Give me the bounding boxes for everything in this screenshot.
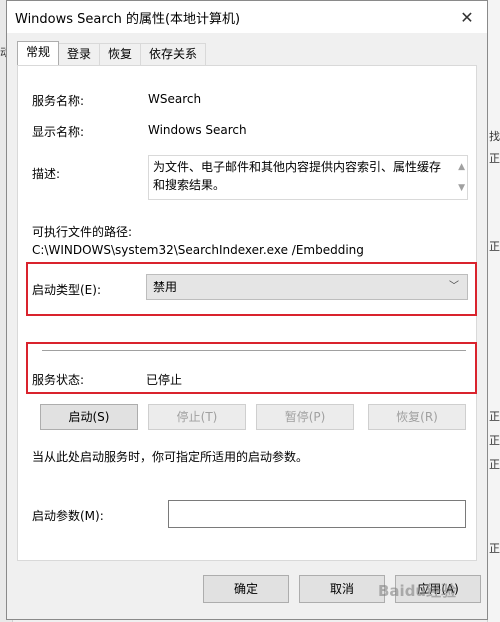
display-name-label: 显示名称: xyxy=(32,125,85,139)
chevron-down-icon: ﹀ xyxy=(449,281,459,292)
stop-button[interactable]: 停止(T) xyxy=(148,404,246,430)
tab-logon[interactable]: 登录 xyxy=(58,43,101,65)
window-title: Windows Search 的属性(本地计算机) xyxy=(15,11,241,27)
baidu-watermark: Baidu经验 xyxy=(378,582,457,600)
service-status-label: 服务状态: xyxy=(32,373,85,387)
background-text-fragment: 正 xyxy=(489,434,500,447)
background-window-right xyxy=(487,0,500,622)
start-button[interactable]: 启动(S) xyxy=(40,404,138,430)
startup-type-select[interactable]: 禁用 ﹀ xyxy=(146,274,468,300)
background-text-fragment: 找 xyxy=(489,130,500,143)
background-text-fragment: 正 xyxy=(489,152,500,165)
executable-path-value: C:\WINDOWS\system32\SearchIndexer.exe /E… xyxy=(32,243,364,257)
background-text-fragment: 正 xyxy=(489,410,500,423)
startup-type-label: 启动类型(E): xyxy=(32,283,101,297)
startup-type-value: 禁用 xyxy=(153,280,178,294)
background-text-fragment: 正 xyxy=(489,542,500,555)
description-label: 描述: xyxy=(32,167,61,181)
tab-bar: 常规 登录 恢复 依存关系 xyxy=(17,41,207,65)
start-params-label: 启动参数(M): xyxy=(32,509,104,523)
service-name-label: 服务名称: xyxy=(32,94,85,108)
background-text-fragment: 正 xyxy=(489,240,500,253)
scroll-up-icon[interactable]: ▲ xyxy=(458,158,465,176)
close-icon: ✕ xyxy=(460,7,474,27)
cancel-button[interactable]: 取消 xyxy=(299,575,385,603)
ok-button[interactable]: 确定 xyxy=(203,575,289,603)
divider xyxy=(42,350,466,351)
resume-button[interactable]: 恢复(R) xyxy=(368,404,466,430)
service-status-value: 已停止 xyxy=(146,373,183,387)
background-text-fragment: 正 xyxy=(489,458,500,471)
general-tab-panel: 服务名称: WSearch 显示名称: Windows Search 描述: 为… xyxy=(17,65,477,561)
scroll-down-icon[interactable]: ▼ xyxy=(458,179,465,197)
tab-dependencies[interactable]: 依存关系 xyxy=(140,43,207,65)
display-name-value: Windows Search xyxy=(148,123,247,137)
description-text: 为文件、电子邮件和其他内容提供内容索引、属性缓存和搜索结果。 xyxy=(153,160,442,192)
executable-path-label: 可执行文件的路径: xyxy=(32,225,133,239)
tab-recovery[interactable]: 恢复 xyxy=(99,43,142,65)
description-box[interactable]: 为文件、电子邮件和其他内容提供内容索引、属性缓存和搜索结果。 ▲ ▼ xyxy=(148,155,468,200)
start-params-input[interactable] xyxy=(168,500,466,528)
pause-button[interactable]: 暂停(P) xyxy=(256,404,354,430)
title-bar[interactable]: Windows Search 的属性(本地计算机) ✕ xyxy=(7,1,487,33)
start-params-hint: 当从此处启动服务时，你可指定所适用的启动参数。 xyxy=(32,450,309,464)
service-properties-dialog: Windows Search 的属性(本地计算机) ✕ 常规 登录 恢复 依存关… xyxy=(6,0,488,620)
service-name-value: WSearch xyxy=(148,92,202,106)
close-button[interactable]: ✕ xyxy=(447,1,487,33)
tab-general[interactable]: 常规 xyxy=(17,41,60,65)
